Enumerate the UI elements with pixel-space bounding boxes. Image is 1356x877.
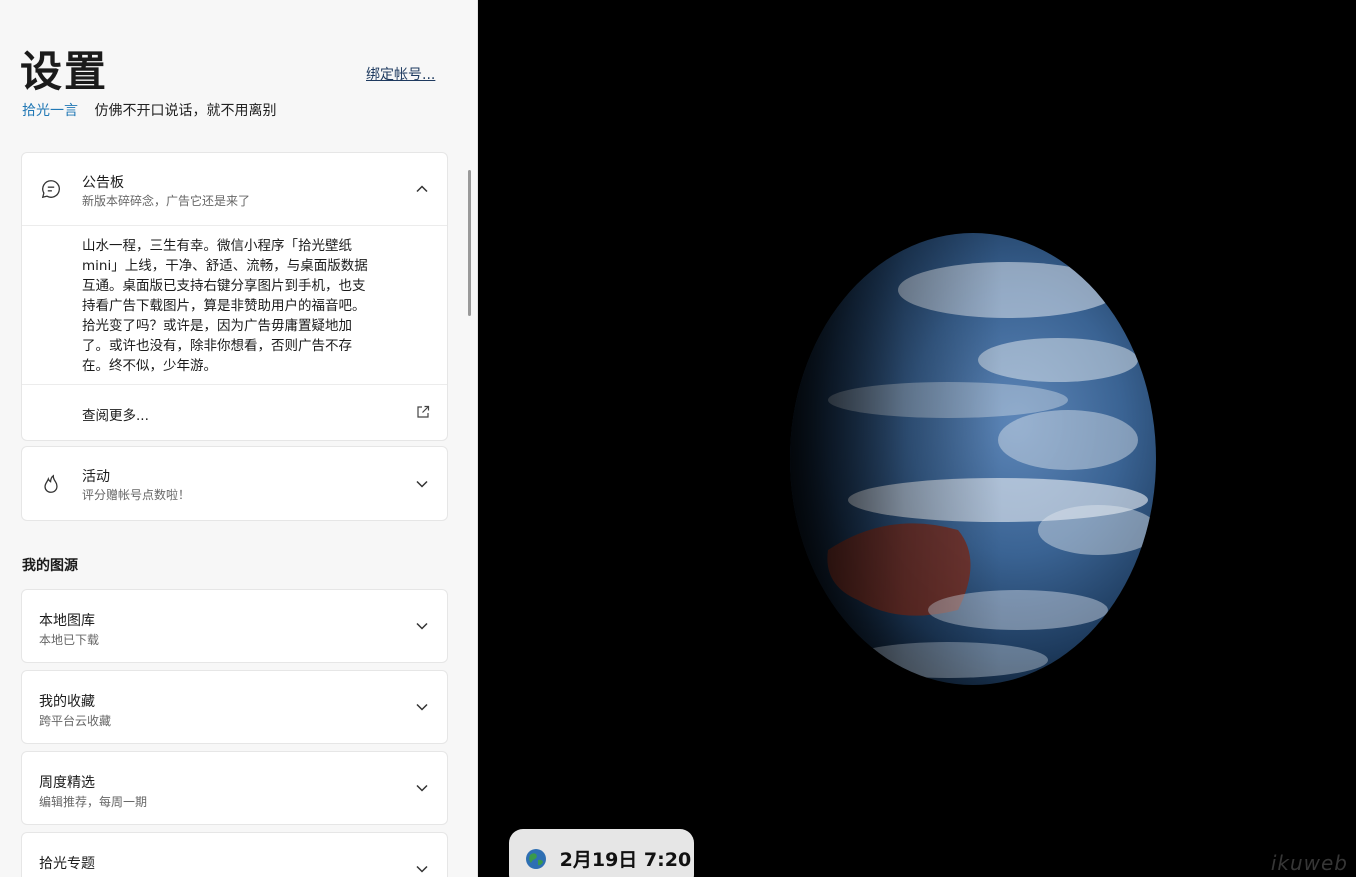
wallpaper-time: 7:20	[643, 849, 692, 871]
quote-source-link[interactable]: 拾光一言	[22, 103, 78, 119]
activity-subtitle: 评分赠帐号点数啦！	[82, 488, 191, 502]
notice-line: 在。终不似，少年游。	[82, 358, 217, 374]
notice-board-title: 公告板	[82, 175, 124, 191]
quote-text: 仿佛不开口说话，就不用离别	[94, 103, 277, 119]
notice-board-content: 山水一程，三生有幸。微信小程序「拾光壁纸 mini」上线，干净、舒适、流畅，与桌…	[22, 225, 447, 384]
wallpaper-preview: ikuweb	[478, 0, 1356, 877]
globe-icon	[526, 849, 546, 869]
notice-line: mini」上线，干净、舒适、流畅，与桌面版数据	[82, 258, 368, 274]
chevron-down-icon[interactable]	[415, 862, 429, 876]
notice-line: 互通。桌面版已支持右键分享图片到手机，也支	[82, 278, 366, 294]
notice-line: 持看广告下载图片，算是非赞助用户的福音吧。	[82, 298, 366, 314]
my-sources-heading: 我的图源	[22, 558, 78, 574]
chevron-down-icon[interactable]	[415, 781, 429, 795]
notice-line: 了。或许也没有，除非你想看，否则广告不存	[82, 338, 352, 354]
chevron-up-icon[interactable]	[415, 182, 429, 196]
source-title: 周度精选	[39, 775, 95, 791]
notice-board-subtitle: 新版本碎碎念，广告它还是来了	[82, 194, 251, 208]
source-subtitle: 跨平台云收藏	[39, 714, 112, 728]
page-title: 设置	[20, 47, 109, 96]
source-card-favorites[interactable]: 我的收藏 跨平台云收藏	[21, 670, 448, 744]
source-card-weekly[interactable]: 周度精选 编辑推荐，每周一期	[21, 751, 448, 825]
earth-image	[790, 233, 1156, 685]
chevron-down-icon[interactable]	[415, 619, 429, 633]
chat-bubble-icon	[41, 180, 60, 199]
source-subtitle: 本地已下载	[39, 633, 100, 647]
panel-scrollbar[interactable]	[468, 170, 471, 316]
flame-icon	[44, 473, 58, 493]
watermark-logo: ikuweb	[1270, 851, 1348, 875]
settings-panel: 设置 绑定帐号... 拾光一言 仿佛不开口说话，就不用离别 公告板 新版本碎碎念…	[0, 0, 478, 877]
daily-quote: 拾光一言 仿佛不开口说话，就不用离别	[22, 100, 276, 120]
wallpaper-date: 2月19日	[559, 849, 638, 871]
activity-title: 活动	[82, 469, 110, 485]
read-more-row[interactable]: 查阅更多...	[22, 384, 447, 440]
activity-header[interactable]: 活动 评分赠帐号点数啦！	[22, 447, 447, 520]
chevron-down-icon[interactable]	[415, 700, 429, 714]
notice-line: 山水一程，三生有幸。微信小程序「拾光壁纸	[82, 238, 352, 254]
chevron-down-icon[interactable]	[415, 477, 429, 491]
source-title: 拾光专题	[39, 856, 95, 872]
notice-board-header[interactable]: 公告板 新版本碎碎念，广告它还是来了	[22, 153, 447, 225]
notice-line: 拾光变了吗？或许是，因为广告毋庸置疑地加	[82, 318, 352, 334]
read-more-link[interactable]: 查阅更多...	[82, 404, 149, 424]
bind-account-link[interactable]: 绑定帐号...	[366, 64, 435, 84]
date-badge[interactable]: 2月19日 7:20	[509, 829, 694, 877]
external-link-icon	[417, 405, 430, 418]
activity-card[interactable]: 活动 评分赠帐号点数啦！	[21, 446, 448, 521]
source-card-topics[interactable]: 拾光专题	[21, 832, 448, 877]
notice-board-card: 公告板 新版本碎碎念，广告它还是来了 山水一程，三生有幸。微信小程序「拾光壁纸 …	[21, 152, 448, 441]
source-card-local[interactable]: 本地图库 本地已下载	[21, 589, 448, 663]
source-title: 我的收藏	[39, 694, 95, 710]
source-title: 本地图库	[39, 613, 95, 629]
source-subtitle: 编辑推荐，每周一期	[39, 795, 148, 809]
